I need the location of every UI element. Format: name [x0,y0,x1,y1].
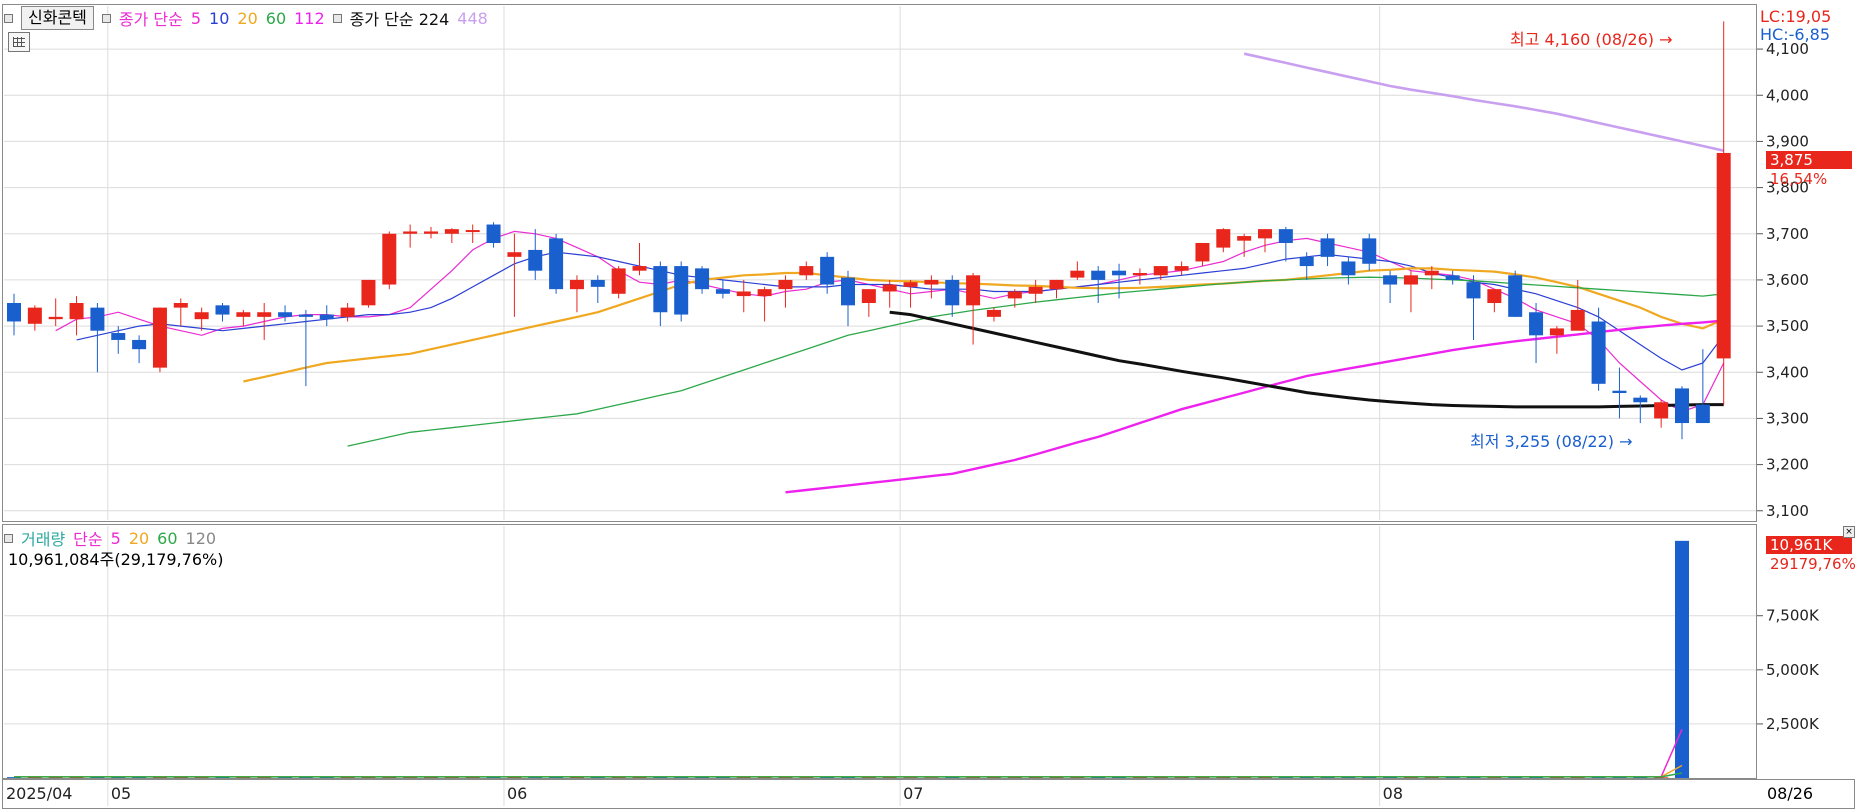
ma-period-60: 60 [265,8,287,28]
ma-toggle-icon[interactable] [101,13,111,23]
low-annotation: 최저 3,255 (08/22) → [1470,428,1633,452]
date-axis-frame [2,779,1855,809]
ma-period-10: 10 [209,8,230,28]
volume-ma-5: 5 [110,528,121,548]
volume-value: 10,961,084주(29,179,76%) [8,550,224,569]
volume-axis-labels: 7,500K 5,000K 2,500K [1757,607,1820,733]
price-tick-label: 3,500 [1766,317,1809,335]
price-tick-label: 3,700 [1766,225,1809,243]
grid-table-icon[interactable] [8,32,30,52]
ma-period-5: 5 [190,8,202,28]
volume-tick-label: 2,500K [1766,715,1820,733]
price-tick-label: 3,600 [1766,271,1809,289]
price-tick-label: 3,100 [1766,502,1809,520]
stock-chart-window: 4,100 4,000 3,900 3,800 3,700 3,600 3,500 3,400… [0,0,1855,809]
volume-ma-120: 120 [185,528,217,548]
price-legend: 신화콘텍 종가 단순 5 10 20 60 112 종가 단순 224 448 [4,6,488,30]
indicator-button[interactable]: 신화콘텍 [21,6,94,30]
ma-label: 종가 단순 [118,10,183,29]
current-price-tag: 3,875 [1766,151,1852,169]
lc-value: LC:19,05 [1760,7,1832,26]
price-tick-label: 3,900 [1766,132,1809,150]
ma-long-label: 종가 단순 224 [349,10,450,29]
volume-ma-20: 20 [128,528,150,548]
panel-close-icon[interactable]: × [1843,526,1855,538]
arrow-right-icon: → [1659,30,1673,49]
price-tick-label: 4,000 [1766,86,1809,104]
ma-long-toggle-icon[interactable] [332,13,342,23]
price-tick-label: 3,300 [1766,409,1809,427]
price-axis-labels: 4,1004,0003,9003,8003,7003,6003,5003,400… [1757,40,1809,520]
volume-toggle-icon[interactable] [4,533,13,543]
high-annotation-text: 최고 4,160 (08/26) [1510,30,1655,49]
volume-ma-60: 60 [157,528,178,548]
price-tick-label: 3,400 [1766,363,1809,381]
legend-toggle-icon[interactable] [4,13,13,23]
current-date-label: 08/26 [1767,784,1814,803]
volume-panel-frame [2,524,1757,779]
arrow-right-icon: → [1619,432,1633,451]
volume-tick-label: 5,000K [1766,661,1820,679]
low-annotation-text: 최저 3,255 (08/22) [1470,432,1615,451]
current-volume-pct: 29179,76% [1770,555,1855,573]
hc-value: HC:-6,85 [1760,25,1830,44]
current-price-pct: 16,54% [1770,170,1828,188]
current-volume-tag: 10,961K [1766,536,1852,554]
volume-tick-label: 7,500K [1766,607,1820,625]
ma-period-112: 112 [294,8,325,28]
price-tick-label: 3,200 [1766,456,1809,474]
ma-period-20: 20 [237,8,258,28]
ma-period-448: 448 [457,8,488,28]
high-annotation: 최고 4,160 (08/26) → [1510,26,1673,50]
